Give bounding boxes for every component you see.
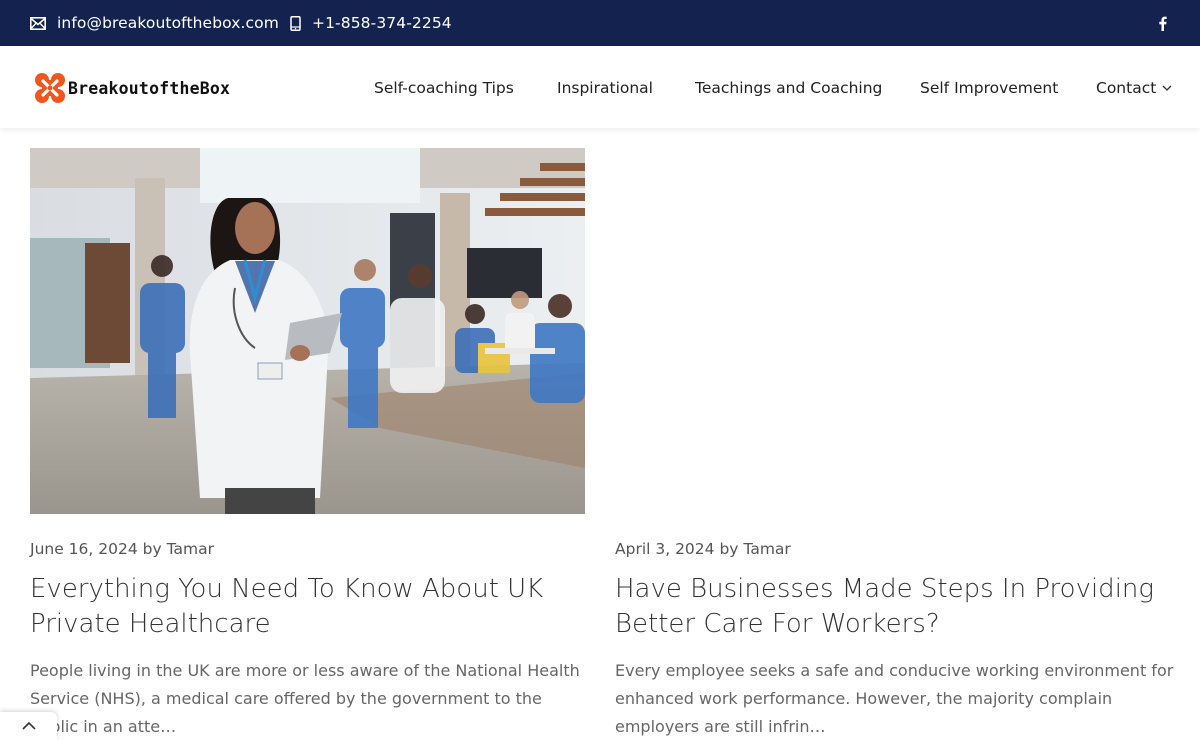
email-text: info@breakoutofthebox.com xyxy=(57,14,279,32)
chevron-down-icon xyxy=(1162,85,1172,91)
post-title[interactable]: Have Businesses Made Steps In Providing … xyxy=(615,572,1175,642)
envelope-icon xyxy=(30,16,46,30)
doctor-in-hospital-photo[interactable] xyxy=(30,148,585,514)
logo-text: BreakoutoftheBox xyxy=(68,78,231,98)
blog-post-card: June 16, 2024 by Tamar Everything You Ne… xyxy=(30,148,585,736)
facebook-icon xyxy=(1158,16,1167,31)
post-date: June 16, 2024 xyxy=(30,540,138,558)
post-author[interactable]: Tamar xyxy=(167,540,214,558)
mobile-phone-icon xyxy=(290,15,301,31)
phone-link[interactable]: +1-858-374-2254 xyxy=(290,0,452,46)
blank-image[interactable] xyxy=(615,148,1170,514)
email-link[interactable]: info@breakoutofthebox.com xyxy=(30,0,279,46)
post-title[interactable]: Everything You Need To Know About UK Pri… xyxy=(30,572,590,642)
scroll-to-top-button[interactable] xyxy=(0,712,57,740)
nav-self-coaching-tips[interactable]: Self-coaching Tips xyxy=(374,79,514,97)
nav-inspirational[interactable]: Inspirational xyxy=(557,79,653,97)
chevron-up-icon xyxy=(21,722,36,730)
nav-contact[interactable]: Contact xyxy=(1096,79,1172,97)
post-excerpt: Every employee seeks a safe and conduciv… xyxy=(615,661,1174,736)
facebook-link[interactable] xyxy=(1152,13,1172,33)
top-bar: info@breakoutofthebox.com +1-858-374-225… xyxy=(0,0,1200,46)
post-meta: April 3, 2024 by Tamar xyxy=(615,540,791,558)
nav-self-improvement[interactable]: Self Improvement xyxy=(920,79,1058,97)
post-author[interactable]: Tamar xyxy=(743,540,790,558)
post-meta: June 16, 2024 by Tamar xyxy=(30,540,214,558)
puzzle-cross-icon xyxy=(35,73,65,103)
post-by: by xyxy=(142,540,162,558)
site-logo[interactable]: BreakoutoftheBox xyxy=(34,72,230,104)
phone-text: +1-858-374-2254 xyxy=(312,14,452,32)
nav-contact-label: Contact xyxy=(1096,79,1157,97)
post-by: by xyxy=(719,540,739,558)
site-header: BreakoutoftheBox Self-coaching Tips Insp… xyxy=(0,46,1200,128)
post-date: April 3, 2024 xyxy=(615,540,715,558)
post-excerpt: People living in the UK are more or less… xyxy=(30,661,580,736)
blog-post-card: April 3, 2024 by Tamar Have Businesses M… xyxy=(615,148,1173,736)
nav-teachings-and-coaching[interactable]: Teachings and Coaching xyxy=(695,79,882,97)
